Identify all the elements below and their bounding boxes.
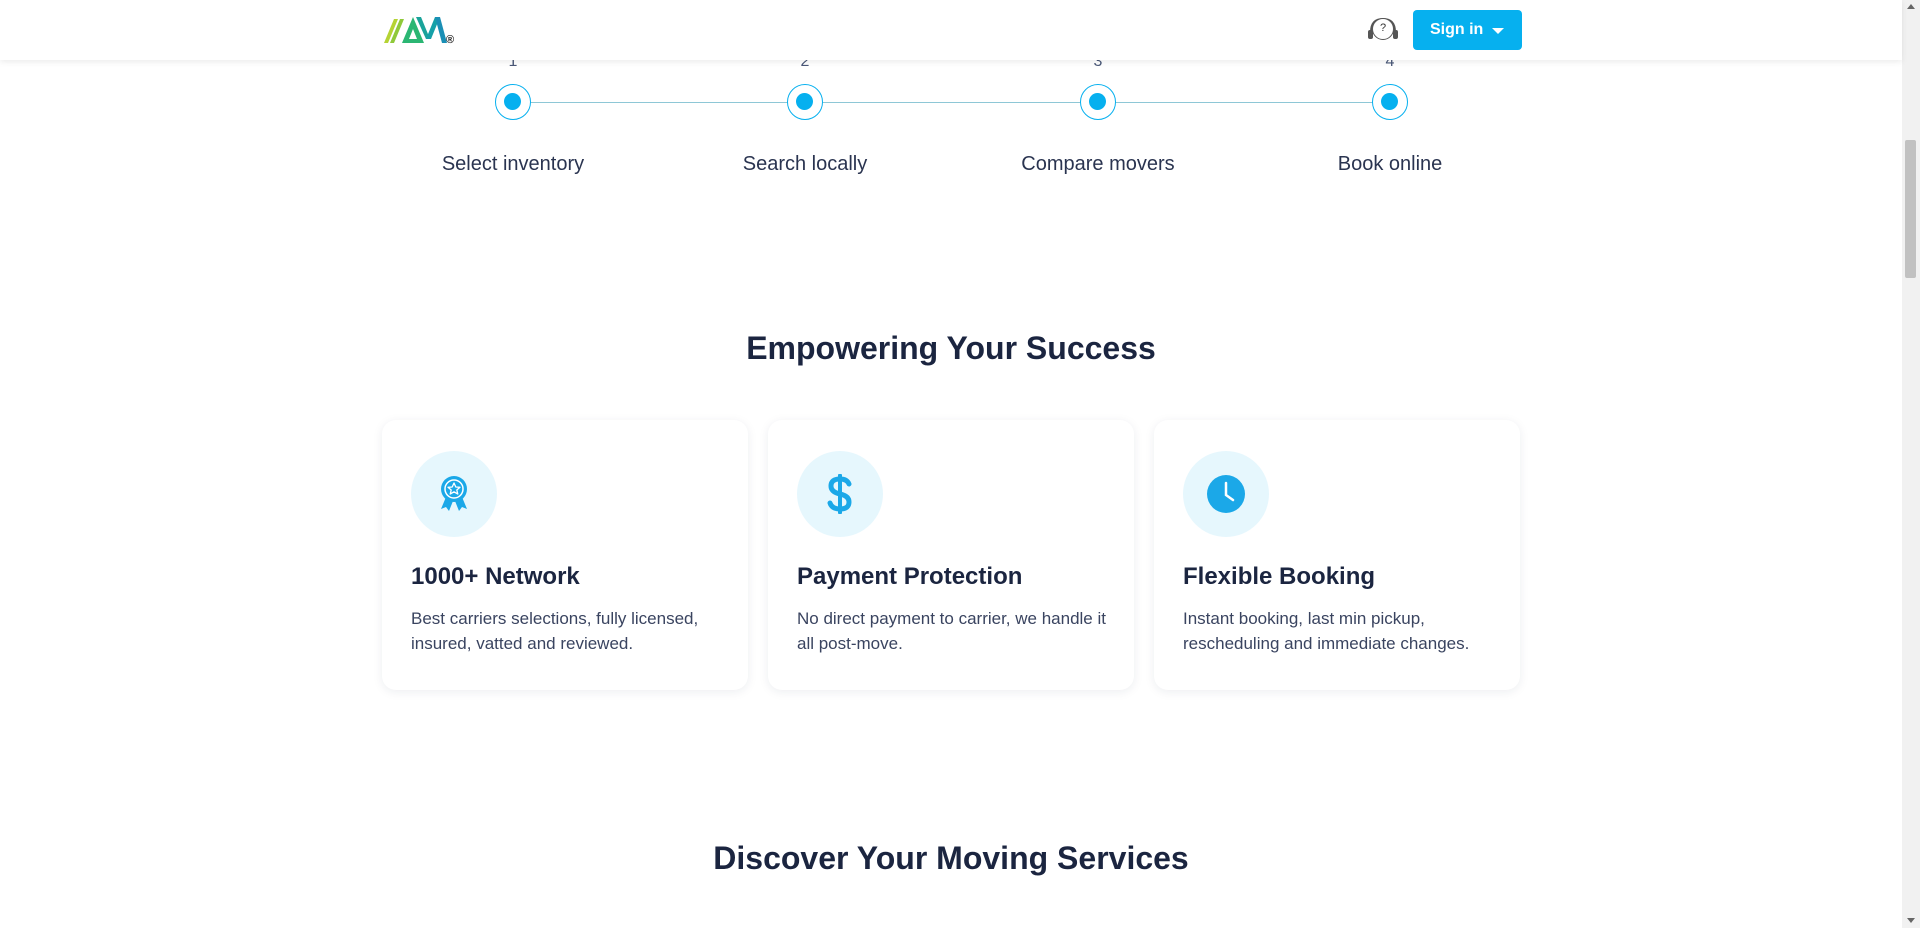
scroll-down-arrow-icon[interactable] <box>1907 918 1915 923</box>
dollar-icon <box>797 451 883 537</box>
steps-connector-line <box>513 102 1390 103</box>
sign-in-button[interactable]: Sign in <box>1413 10 1522 50</box>
step-dot <box>1080 84 1116 120</box>
site-header: ® ? Sign in <box>0 0 1902 60</box>
card-description: No direct payment to carrier, we handle … <box>797 609 1106 653</box>
feature-card-booking: Flexible Booking Instant booking, last m… <box>1154 420 1520 690</box>
scrollbar-thumb[interactable] <box>1905 140 1916 278</box>
step-dot <box>787 84 823 120</box>
help-icon[interactable]: ? <box>1372 18 1394 40</box>
feature-card-network: 1000+ Network Best carriers selections, … <box>382 420 748 690</box>
card-title: Payment Protection <box>797 563 1023 590</box>
step-label: Search locally <box>742 153 868 175</box>
registered-mark: ® <box>446 34 455 46</box>
sign-in-label: Sign in <box>1430 21 1484 38</box>
card-title: Flexible Booking <box>1183 563 1376 590</box>
feature-card-payment: Payment Protection No direct payment to … <box>768 420 1134 690</box>
clock-icon <box>1183 451 1269 537</box>
caret-down-icon <box>1492 28 1504 34</box>
step-dot <box>1372 84 1408 120</box>
step-label: Compare movers <box>1021 153 1175 175</box>
award-badge-icon <box>411 451 497 537</box>
card-title: 1000+ Network <box>411 563 580 590</box>
card-description: Best carriers selections, fully licensed… <box>411 609 699 653</box>
step-label: Select inventory <box>441 153 585 175</box>
card-description: Instant booking, last min pickup, resche… <box>1183 609 1470 653</box>
scroll-up-arrow-icon[interactable] <box>1907 4 1915 9</box>
step-dot <box>495 84 531 120</box>
features-title: Empowering Your Success <box>746 330 1156 366</box>
step-label: Book online <box>1337 153 1443 175</box>
services-title: Discover Your Moving Services <box>713 840 1189 876</box>
